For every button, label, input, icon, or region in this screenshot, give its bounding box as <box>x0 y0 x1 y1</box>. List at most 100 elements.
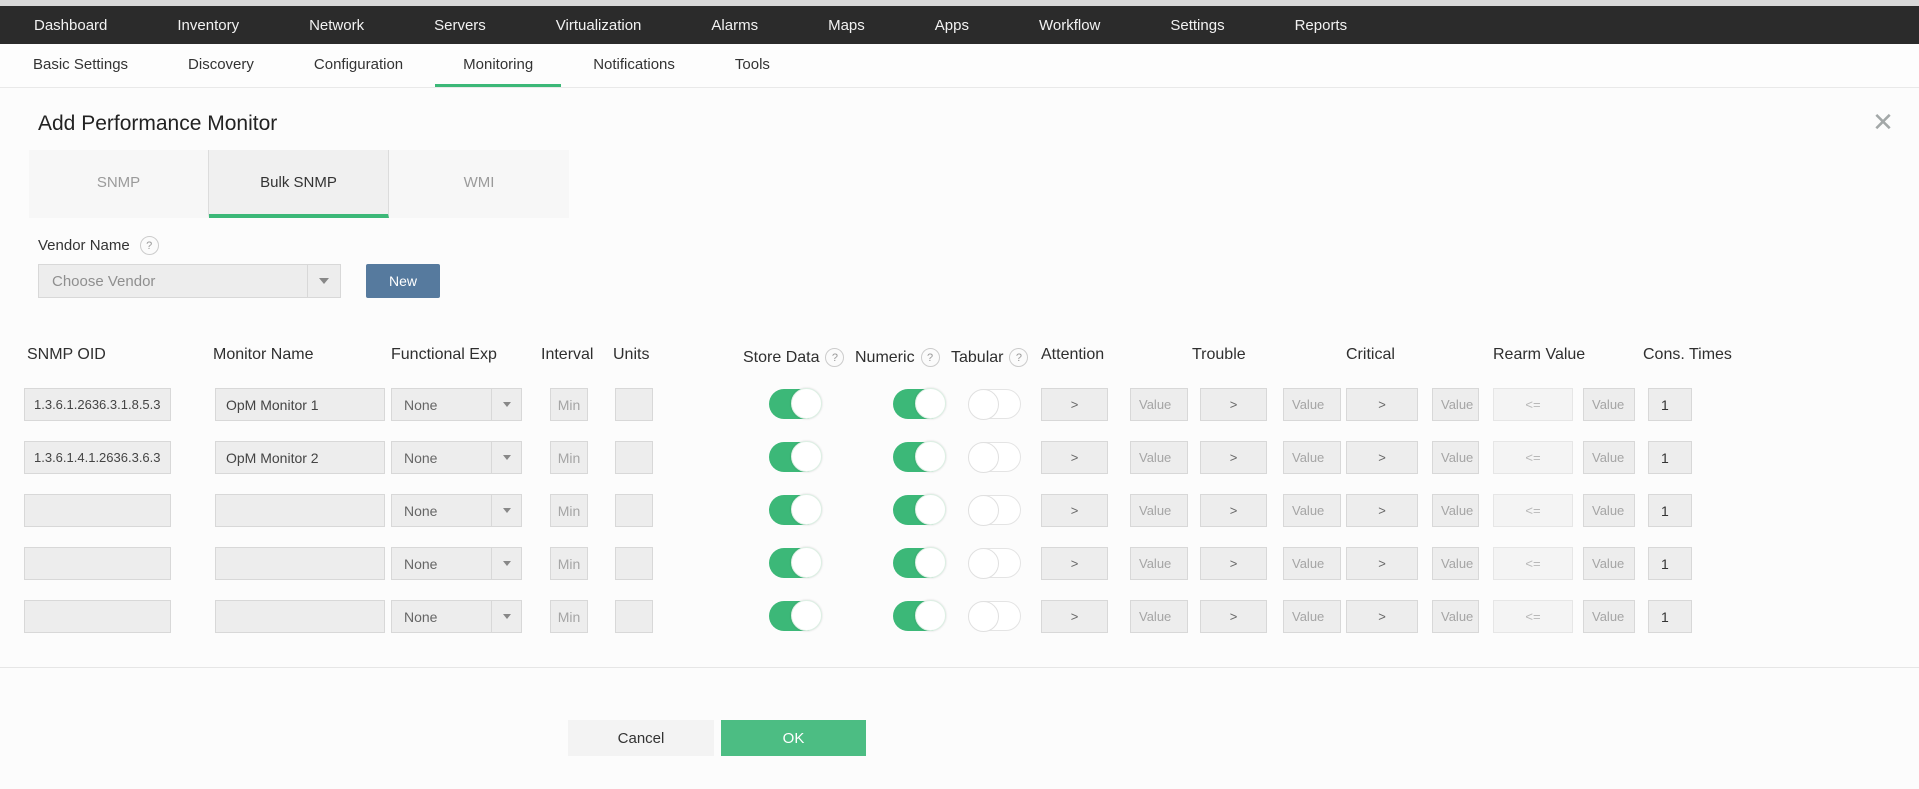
top-nav-item-apps[interactable]: Apps <box>908 6 996 44</box>
monitor-name-input[interactable] <box>215 600 385 633</box>
cons-times-input[interactable] <box>1648 547 1692 580</box>
trouble-value-input[interactable] <box>1283 441 1341 474</box>
attention-operator-select[interactable]: > <box>1041 388 1108 421</box>
tab-bulk-snmp[interactable]: Bulk SNMP <box>209 150 389 218</box>
tabular-toggle[interactable] <box>968 548 1021 579</box>
monitor-name-input[interactable] <box>215 494 385 527</box>
top-nav-item-workflow[interactable]: Workflow <box>1012 6 1127 44</box>
store-data-toggle[interactable] <box>769 600 822 631</box>
rearm-value-input[interactable] <box>1583 547 1635 580</box>
trouble-operator-select[interactable]: > <box>1200 388 1267 421</box>
rearm-operator-select[interactable]: <= <box>1493 600 1573 633</box>
tabular-toggle[interactable] <box>968 389 1021 420</box>
cons-times-input[interactable] <box>1648 388 1692 421</box>
critical-value-input[interactable] <box>1432 494 1479 527</box>
attention-value-input[interactable] <box>1130 600 1188 633</box>
trouble-operator-select[interactable]: > <box>1200 547 1267 580</box>
attention-operator-select[interactable]: > <box>1041 600 1108 633</box>
sub-nav-item-monitoring[interactable]: Monitoring <box>435 44 562 87</box>
top-nav-item-alarms[interactable]: Alarms <box>684 6 785 44</box>
critical-value-input[interactable] <box>1432 441 1479 474</box>
functional-exp-select[interactable]: None <box>391 388 522 421</box>
top-nav-item-maps[interactable]: Maps <box>801 6 892 44</box>
help-icon[interactable]: ? <box>1009 348 1029 367</box>
functional-exp-select[interactable]: None <box>391 494 522 527</box>
monitor-name-input[interactable] <box>215 441 385 474</box>
interval-input[interactable] <box>550 600 588 633</box>
tabular-toggle[interactable] <box>968 601 1021 632</box>
critical-operator-select[interactable]: > <box>1346 494 1418 527</box>
top-nav-item-dashboard[interactable]: Dashboard <box>7 6 134 44</box>
vendor-select[interactable]: Choose Vendor <box>38 264 341 298</box>
numeric-toggle[interactable] <box>893 441 946 472</box>
rearm-value-input[interactable] <box>1583 494 1635 527</box>
attention-value-input[interactable] <box>1130 547 1188 580</box>
functional-exp-select[interactable]: None <box>391 547 522 580</box>
attention-operator-select[interactable]: > <box>1041 547 1108 580</box>
sub-nav-item-discovery[interactable]: Discovery <box>160 44 282 87</box>
units-input[interactable] <box>615 388 653 421</box>
trouble-value-input[interactable] <box>1283 547 1341 580</box>
snmp-oid-input[interactable] <box>24 494 171 527</box>
store-data-toggle[interactable] <box>769 494 822 525</box>
numeric-toggle[interactable] <box>893 600 946 631</box>
attention-value-input[interactable] <box>1130 441 1188 474</box>
help-icon[interactable]: ? <box>825 348 845 367</box>
trouble-value-input[interactable] <box>1283 388 1341 421</box>
sub-nav-item-configuration[interactable]: Configuration <box>286 44 431 87</box>
attention-operator-select[interactable]: > <box>1041 441 1108 474</box>
numeric-toggle[interactable] <box>893 388 946 419</box>
trouble-operator-select[interactable]: > <box>1200 600 1267 633</box>
cons-times-input[interactable] <box>1648 600 1692 633</box>
critical-value-input[interactable] <box>1432 547 1479 580</box>
ok-button[interactable]: OK <box>721 720 866 756</box>
snmp-oid-input[interactable] <box>24 547 171 580</box>
tab-snmp[interactable]: SNMP <box>29 150 209 218</box>
rearm-operator-select[interactable]: <= <box>1493 441 1573 474</box>
snmp-oid-input[interactable] <box>24 600 171 633</box>
interval-input[interactable] <box>550 441 588 474</box>
interval-input[interactable] <box>550 388 588 421</box>
critical-value-input[interactable] <box>1432 388 1479 421</box>
cons-times-input[interactable] <box>1648 441 1692 474</box>
units-input[interactable] <box>615 494 653 527</box>
rearm-operator-select[interactable]: <= <box>1493 388 1573 421</box>
numeric-toggle[interactable] <box>893 494 946 525</box>
trouble-value-input[interactable] <box>1283 600 1341 633</box>
top-nav-item-virtualization[interactable]: Virtualization <box>529 6 669 44</box>
tab-wmi[interactable]: WMI <box>389 150 569 218</box>
critical-operator-select[interactable]: > <box>1346 441 1418 474</box>
interval-input[interactable] <box>550 494 588 527</box>
units-input[interactable] <box>615 600 653 633</box>
units-input[interactable] <box>615 441 653 474</box>
critical-operator-select[interactable]: > <box>1346 600 1418 633</box>
store-data-toggle[interactable] <box>769 547 822 578</box>
tabular-toggle[interactable] <box>968 442 1021 473</box>
rearm-value-input[interactable] <box>1583 441 1635 474</box>
snmp-oid-input[interactable] <box>24 441 171 474</box>
numeric-toggle[interactable] <box>893 547 946 578</box>
cancel-button[interactable]: Cancel <box>568 720 714 756</box>
help-icon[interactable]: ? <box>139 236 159 255</box>
interval-input[interactable] <box>550 547 588 580</box>
top-nav-item-servers[interactable]: Servers <box>407 6 513 44</box>
attention-operator-select[interactable]: > <box>1041 494 1108 527</box>
trouble-operator-select[interactable]: > <box>1200 494 1267 527</box>
functional-exp-select[interactable]: None <box>391 441 522 474</box>
cons-times-input[interactable] <box>1648 494 1692 527</box>
sub-nav-item-notifications[interactable]: Notifications <box>565 44 703 87</box>
store-data-toggle[interactable] <box>769 441 822 472</box>
top-nav-item-reports[interactable]: Reports <box>1268 6 1375 44</box>
sub-nav-item-tools[interactable]: Tools <box>707 44 798 87</box>
help-icon[interactable]: ? <box>920 348 940 367</box>
attention-value-input[interactable] <box>1130 494 1188 527</box>
rearm-value-input[interactable] <box>1583 388 1635 421</box>
critical-operator-select[interactable]: > <box>1346 388 1418 421</box>
close-icon[interactable]: ✕ <box>1865 104 1901 140</box>
rearm-value-input[interactable] <box>1583 600 1635 633</box>
tabular-toggle[interactable] <box>968 495 1021 526</box>
monitor-name-input[interactable] <box>215 547 385 580</box>
sub-nav-item-basic-settings[interactable]: Basic Settings <box>5 44 156 87</box>
top-nav-item-settings[interactable]: Settings <box>1143 6 1251 44</box>
new-vendor-button[interactable]: New <box>366 264 440 298</box>
